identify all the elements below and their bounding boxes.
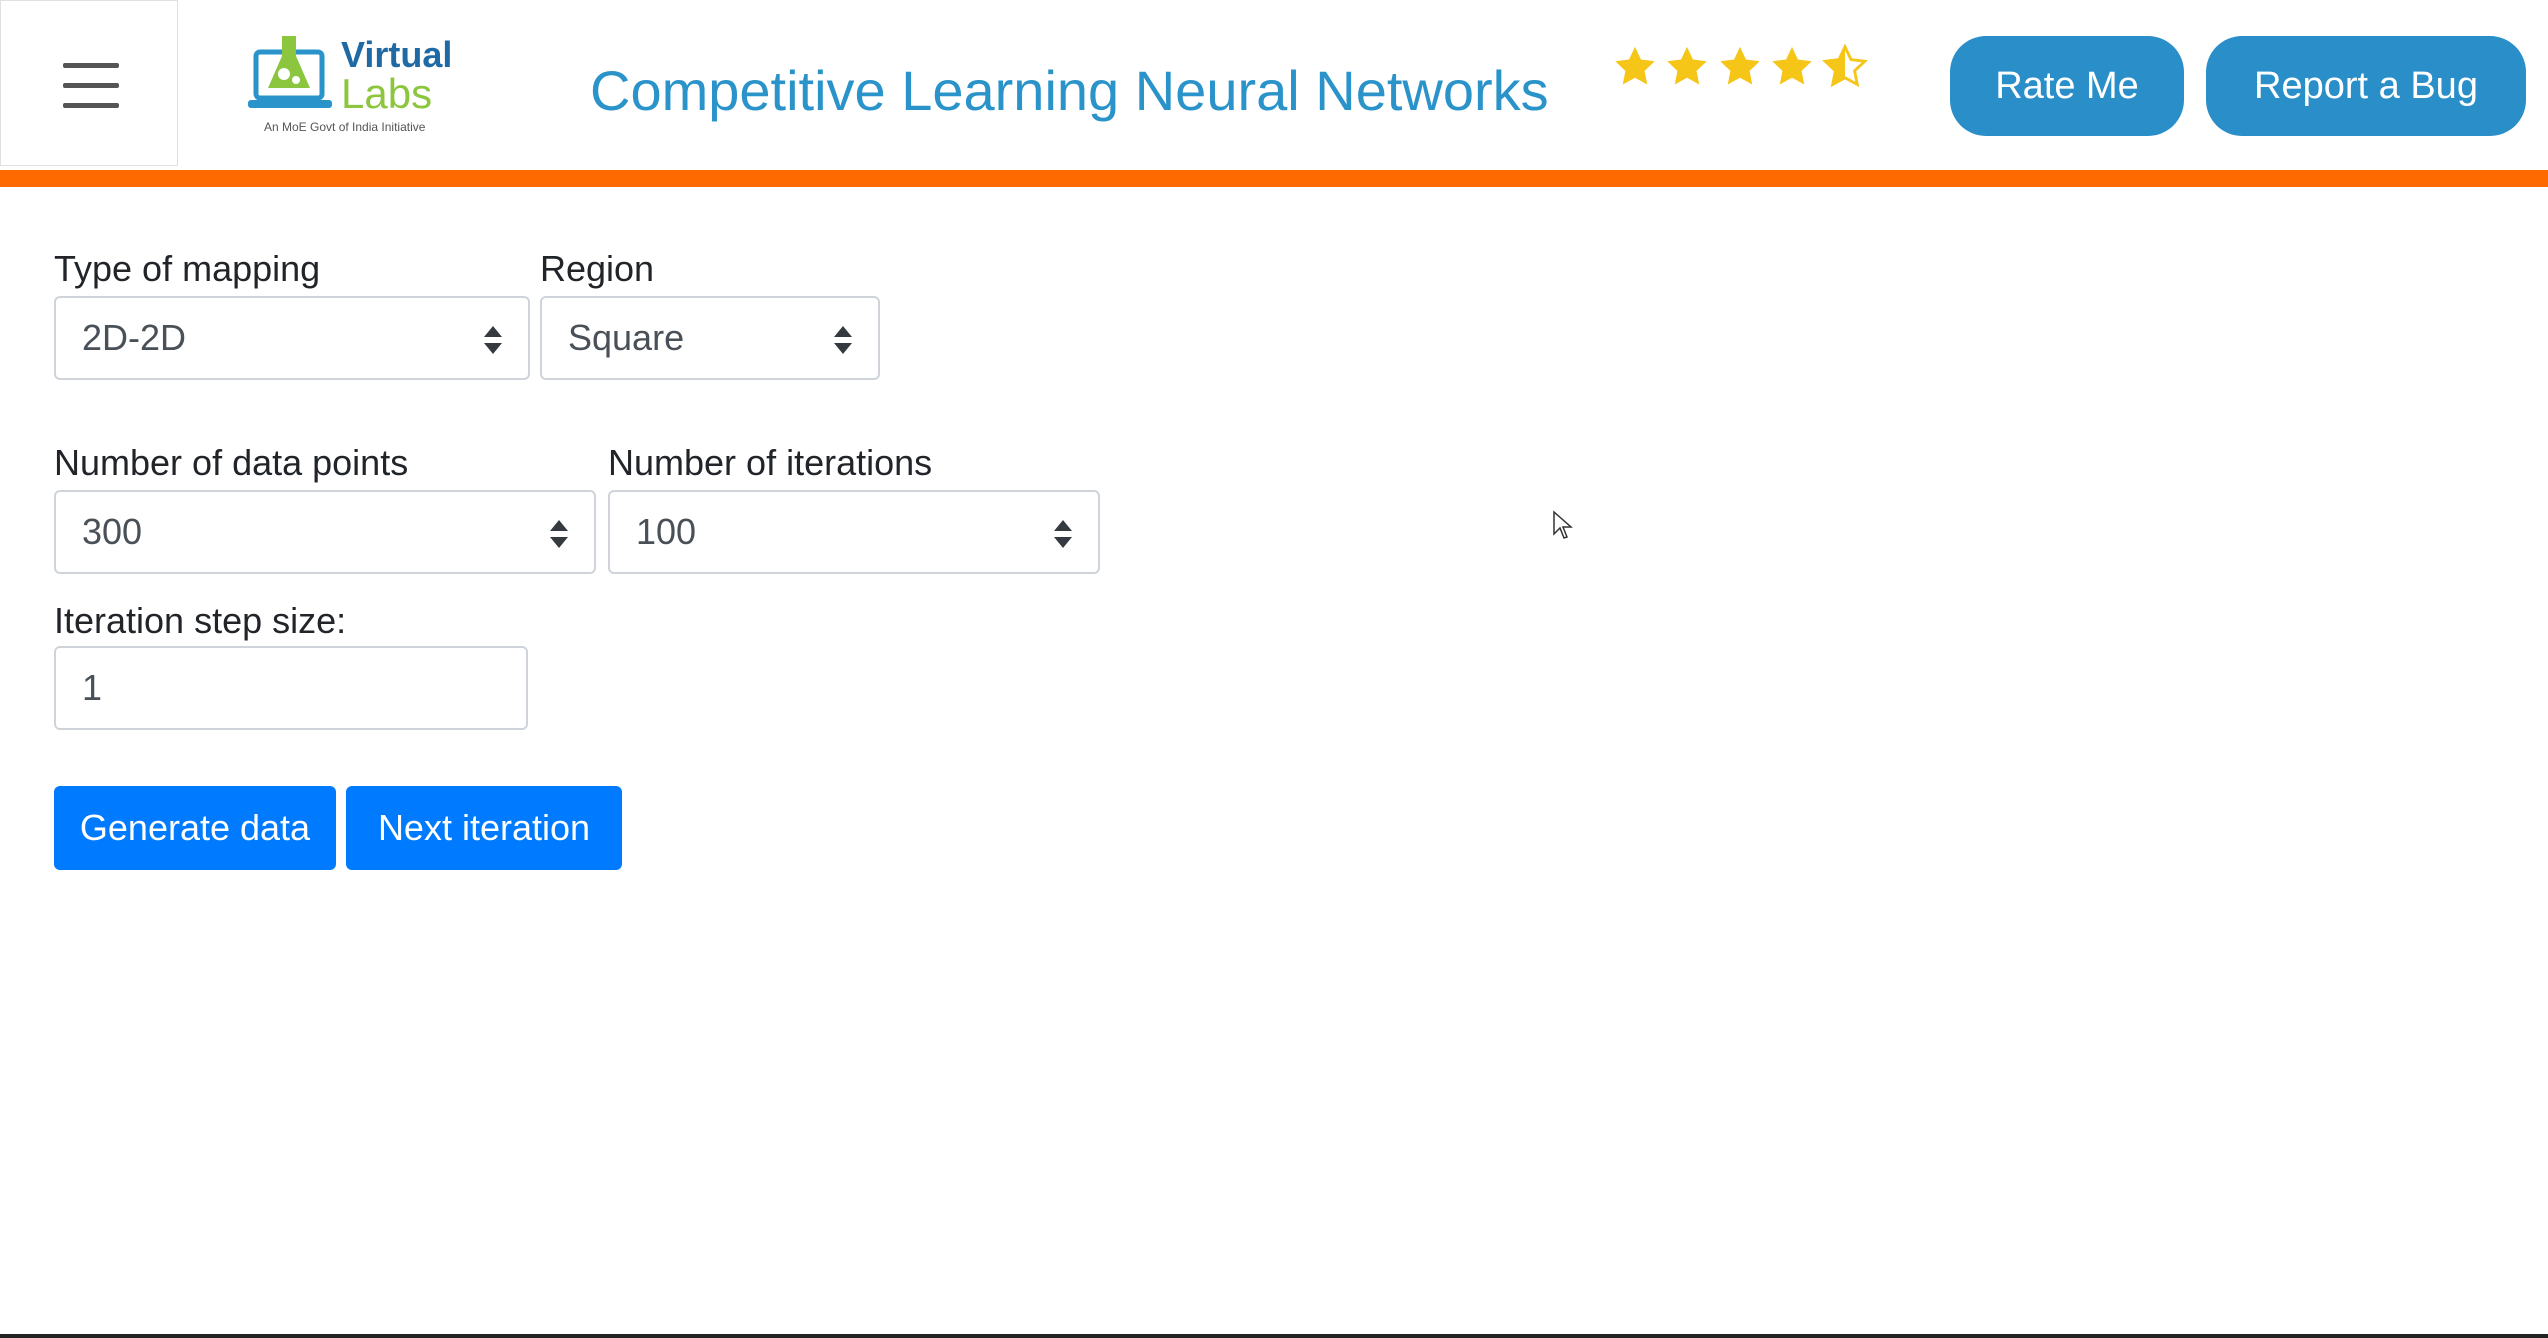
mapping-label: Type of mapping (54, 248, 321, 289)
logo-text-bottom: Labs (341, 70, 433, 117)
mapping-select[interactable]: 2D-2D (54, 296, 530, 380)
select-arrows-icon (1054, 520, 1072, 548)
iterations-select-value: 100 (636, 511, 697, 552)
step-size-input[interactable]: 1 (54, 646, 528, 730)
iterations-select[interactable]: 100 (608, 490, 1100, 574)
points-label: Number of data points (54, 442, 409, 483)
header: Virtual Labs An MoE Govt of India Initia… (0, 0, 2548, 170)
region-select[interactable]: Square (540, 296, 880, 380)
flask-laptop-icon (248, 36, 332, 108)
iterations-label: Number of iterations (608, 442, 933, 483)
points-select[interactable]: 300 (54, 490, 596, 574)
select-arrows-icon (834, 326, 852, 354)
menu-bar-icon (63, 103, 119, 108)
select-arrows-icon (550, 520, 568, 548)
star-full-icon (1615, 46, 1655, 85)
header-accent-bar (0, 170, 2548, 187)
mapping-select-value: 2D-2D (82, 317, 187, 358)
region-select-value: Square (568, 317, 685, 358)
logo-tagline: An MoE Govt of India Initiative (264, 120, 426, 134)
star-full-icon (1667, 46, 1708, 85)
star-full-icon (1772, 46, 1813, 85)
select-arrows-icon (484, 326, 502, 354)
menu-bar-icon (63, 83, 119, 88)
step-size-value: 1 (82, 667, 103, 708)
step-size-label: Iteration step size: (54, 600, 347, 641)
points-select-value: 300 (82, 511, 143, 552)
bottom-border (0, 1334, 2548, 1338)
virtual-labs-logo[interactable]: Virtual Labs An MoE Govt of India Initia… (246, 28, 460, 140)
star-half-icon (1821, 44, 1868, 88)
next-iteration-button[interactable]: Next iteration (346, 786, 622, 870)
rate-me-button[interactable]: Rate Me (1950, 36, 2184, 136)
region-label: Region (540, 248, 655, 289)
mouse-cursor-icon (1553, 510, 1573, 539)
star-full-icon (1720, 46, 1760, 85)
report-bug-button[interactable]: Report a Bug (2206, 36, 2526, 136)
hamburger-menu-button[interactable] (0, 0, 178, 166)
generate-data-button[interactable]: Generate data (54, 786, 336, 870)
page-title: Competitive Learning Neural Networks (590, 59, 1549, 122)
star-rating[interactable] (1612, 44, 1870, 104)
menu-bar-icon (63, 63, 119, 68)
